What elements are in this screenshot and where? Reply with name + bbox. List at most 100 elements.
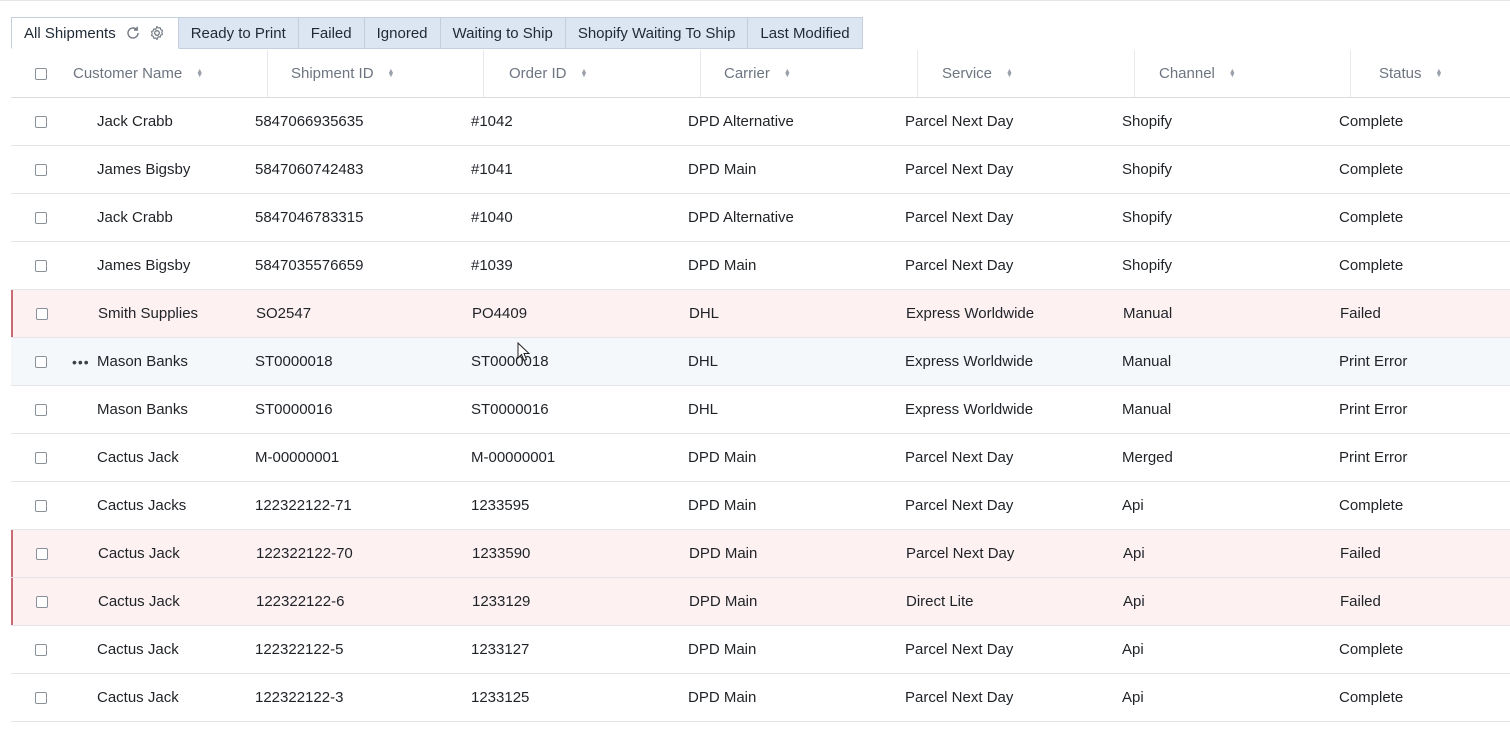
header-label: Status <box>1379 65 1422 82</box>
tab-shopify-waiting-to-ship[interactable]: Shopify Waiting To Ship <box>565 17 749 49</box>
row-checkbox[interactable] <box>35 115 47 128</box>
cell-service: Express Worldwide <box>905 401 1034 418</box>
cell-service: Parcel Next Day <box>905 641 1014 658</box>
sort-icon[interactable]: ▲ ▼ <box>1229 68 1236 79</box>
row-select-cell <box>36 290 48 337</box>
row-select-cell <box>36 578 48 625</box>
row-checkbox[interactable] <box>35 643 47 656</box>
header-service[interactable]: Service ▲ ▼ <box>918 50 1135 97</box>
cell-status: Complete <box>1339 209 1404 226</box>
table-row[interactable]: Jack Crabb 5847066935635 #1042 DPD Alternat… <box>11 98 1510 146</box>
table-row[interactable]: Cactus Jack 122322122-6 1233129 DPD Main Dir… <box>11 578 1510 626</box>
cell-status: Failed <box>1340 593 1381 610</box>
cell-status: Print Error <box>1339 449 1408 466</box>
row-select-cell <box>35 146 47 193</box>
sort-icon[interactable]: ▲ ▼ <box>1436 68 1443 79</box>
header-customer-name[interactable]: Customer Name ▲ ▼ <box>73 50 268 97</box>
tab-label: Shopify Waiting To Ship <box>577 24 736 42</box>
row-actions-icon[interactable]: ••• <box>72 338 90 385</box>
cell-order-id: 1233590 <box>472 545 531 562</box>
cell-carrier: DPD Main <box>688 449 757 466</box>
cell-status: Failed <box>1340 545 1381 562</box>
table-row[interactable]: Cactus Jack M-00000001 M-00000001 DPD Main P… <box>11 434 1510 482</box>
row-checkbox[interactable] <box>35 211 47 224</box>
row-select-cell <box>36 530 48 577</box>
row-checkbox[interactable] <box>36 595 48 608</box>
sort-icon[interactable]: ▲ ▼ <box>581 68 588 79</box>
gear-icon[interactable] <box>148 24 166 42</box>
row-select-cell <box>35 338 47 385</box>
table-row[interactable]: Cactus Jack 122322122-3 1233125 DPD Main Par… <box>11 674 1510 722</box>
row-checkbox[interactable] <box>36 307 48 320</box>
header-status[interactable]: Status ▲ ▼ <box>1351 50 1510 97</box>
tab-label: Waiting to Ship <box>452 24 553 42</box>
header-channel[interactable]: Channel ▲ ▼ <box>1135 50 1351 97</box>
cell-customer-name: Cactus Jack <box>97 641 179 658</box>
tab-label: Last Modified <box>760 24 850 42</box>
cell-customer-name: Cactus Jack <box>98 545 180 562</box>
cell-channel: Shopify <box>1122 113 1173 130</box>
row-checkbox[interactable] <box>35 691 47 704</box>
sort-icon[interactable]: ▲ ▼ <box>388 68 395 79</box>
table-row[interactable]: Cactus Jack 122322122-70 1233590 DPD Main Pa… <box>11 530 1510 578</box>
cell-carrier: DHL <box>688 353 719 370</box>
row-select-cell <box>35 482 47 529</box>
cell-channel: Api <box>1122 689 1144 706</box>
header-label: Order ID <box>509 65 567 82</box>
cell-channel: Shopify <box>1122 257 1173 274</box>
row-checkbox[interactable] <box>35 403 47 416</box>
cell-order-id: PO4409 <box>472 305 528 322</box>
cell-order-id: 1233127 <box>471 641 530 658</box>
cell-status: Print Error <box>1339 353 1408 370</box>
header-order-id[interactable]: Order ID ▲ ▼ <box>484 50 701 97</box>
table-row[interactable]: James Bigsby 5847060742483 #1041 DPD Main Pa… <box>11 146 1510 194</box>
table-row[interactable]: Cactus Jack 122322122-5 1233127 DPD Main Par… <box>11 626 1510 674</box>
header-carrier[interactable]: Carrier ▲ ▼ <box>701 50 918 97</box>
cell-channel: Manual <box>1122 401 1172 418</box>
cell-customer-name: Mason Banks <box>97 401 188 418</box>
cell-channel: Api <box>1123 545 1145 562</box>
cell-carrier: DPD Main <box>688 257 757 274</box>
cell-carrier: DHL <box>688 401 719 418</box>
cell-status: Complete <box>1339 257 1404 274</box>
table-row[interactable]: Jack Crabb 5847046783315 #1040 DPD Alternat… <box>11 194 1510 242</box>
cell-status: Complete <box>1339 497 1404 514</box>
cell-order-id: 1233595 <box>471 497 530 514</box>
tab-last-modified[interactable]: Last Modified <box>748 17 863 49</box>
cell-service: Parcel Next Day <box>905 113 1014 130</box>
table-row[interactable]: Mason Banks ST0000016 ST0000016 DHL Express … <box>11 386 1510 434</box>
cell-customer-name: Cactus Jacks <box>97 497 187 514</box>
refresh-icon[interactable] <box>124 24 142 42</box>
sort-icon[interactable]: ▲ ▼ <box>784 68 791 79</box>
row-checkbox[interactable] <box>35 259 47 272</box>
tab-ignored[interactable]: Ignored <box>364 17 441 49</box>
cell-order-id: 1233125 <box>471 689 530 706</box>
row-checkbox[interactable] <box>35 163 47 176</box>
header-label: Carrier <box>724 65 770 82</box>
cell-channel: Api <box>1122 497 1144 514</box>
tab-ready-to-print[interactable]: Ready to Print <box>178 17 299 49</box>
header-shipment-id[interactable]: Shipment ID ▲ ▼ <box>268 50 484 97</box>
row-checkbox[interactable] <box>35 499 47 512</box>
cell-carrier: DPD Main <box>688 689 757 706</box>
tab-all-shipments[interactable]: All Shipments <box>11 17 179 49</box>
table-row[interactable]: ••• Mason Banks ST0000018 ST0000018 DHL Expre… <box>11 338 1510 386</box>
select-all-checkbox[interactable] <box>35 67 47 80</box>
cell-channel: Merged <box>1122 449 1173 466</box>
row-checkbox[interactable] <box>35 451 47 464</box>
tab-failed[interactable]: Failed <box>298 17 365 49</box>
sort-icon[interactable]: ▲ ▼ <box>196 68 203 79</box>
cell-channel: Shopify <box>1122 209 1173 226</box>
cell-service: Parcel Next Day <box>905 689 1014 706</box>
row-checkbox[interactable] <box>36 547 48 560</box>
header-label: Shipment ID <box>291 65 374 82</box>
tab-waiting-to-ship[interactable]: Waiting to Ship <box>440 17 566 49</box>
table-body: Jack Crabb 5847066935635 #1042 DPD Alternat… <box>11 98 1510 722</box>
shipments-table: Customer Name ▲ ▼ Shipment ID ▲ ▼ Order ID… <box>11 50 1510 722</box>
row-checkbox[interactable] <box>35 355 47 368</box>
sort-icon[interactable]: ▲ ▼ <box>1006 68 1013 79</box>
table-row[interactable]: Cactus Jacks 122322122-71 1233595 DPD Main P… <box>11 482 1510 530</box>
cell-customer-name: Smith Supplies <box>98 305 199 322</box>
table-row[interactable]: James Bigsby 5847035576659 #1039 DPD Main Pa… <box>11 242 1510 290</box>
table-row[interactable]: Smith Supplies SO2547 PO4409 DHL Express Wor… <box>11 290 1510 338</box>
